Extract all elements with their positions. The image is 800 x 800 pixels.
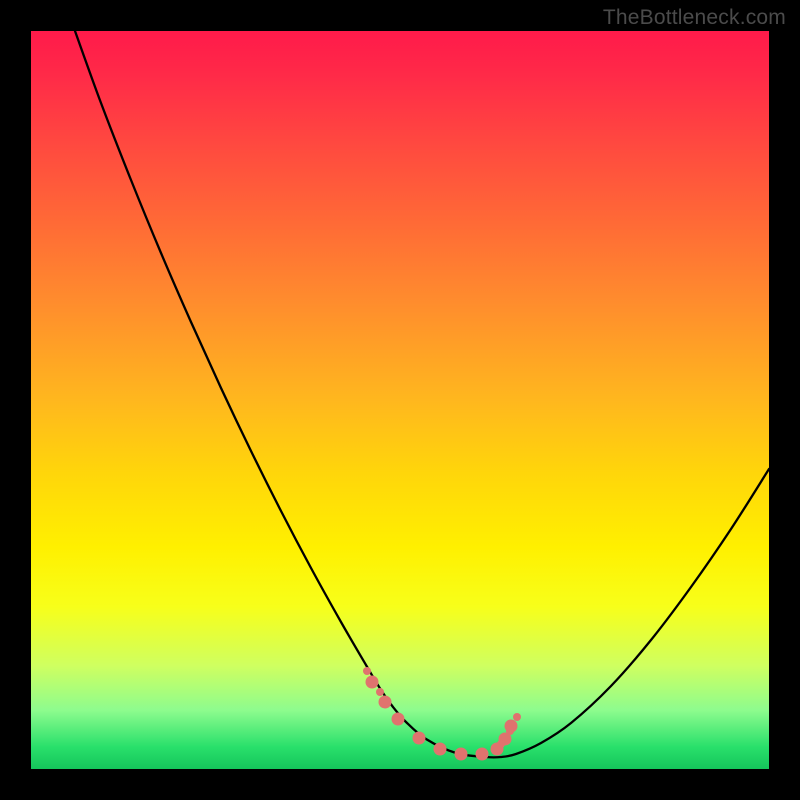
marker-dot (497, 740, 505, 748)
marker-dot (434, 743, 447, 756)
marker-dot (392, 713, 405, 726)
curve-layer (31, 31, 769, 769)
outer-frame: TheBottleneck.com (0, 0, 800, 800)
marker-dot (455, 748, 468, 761)
marker-dot (506, 727, 514, 735)
plot-area (31, 31, 769, 769)
watermark-text: TheBottleneck.com (603, 6, 786, 30)
marker-dot (476, 748, 489, 761)
marker-dot (513, 713, 521, 721)
marker-dot (413, 732, 426, 745)
marker-dot (376, 688, 384, 696)
bottleneck-curve-path (75, 31, 769, 757)
marker-dot (379, 696, 392, 709)
marker-dot (363, 667, 371, 675)
marker-dot (366, 676, 379, 689)
